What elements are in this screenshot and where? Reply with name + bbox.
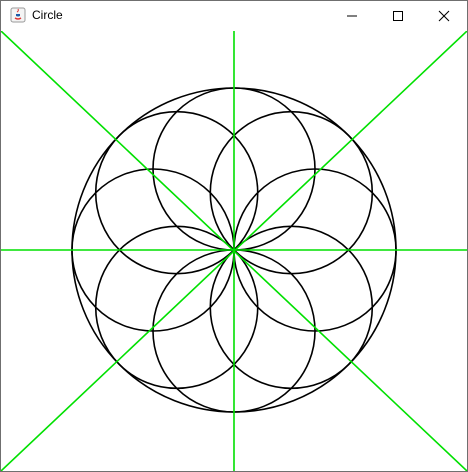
window-title: Circle xyxy=(32,8,63,22)
drawing-canvas xyxy=(1,31,467,471)
circle-drawing xyxy=(1,31,467,471)
maximize-button[interactable] xyxy=(375,1,421,31)
close-button[interactable] xyxy=(421,1,467,31)
title-bar[interactable]: Circle xyxy=(1,1,467,31)
java-icon xyxy=(10,7,26,23)
app-window: Circle xyxy=(0,0,468,472)
close-icon xyxy=(438,10,450,22)
minimize-icon xyxy=(347,15,357,17)
minimize-button[interactable] xyxy=(329,1,375,31)
maximize-icon xyxy=(393,11,403,21)
